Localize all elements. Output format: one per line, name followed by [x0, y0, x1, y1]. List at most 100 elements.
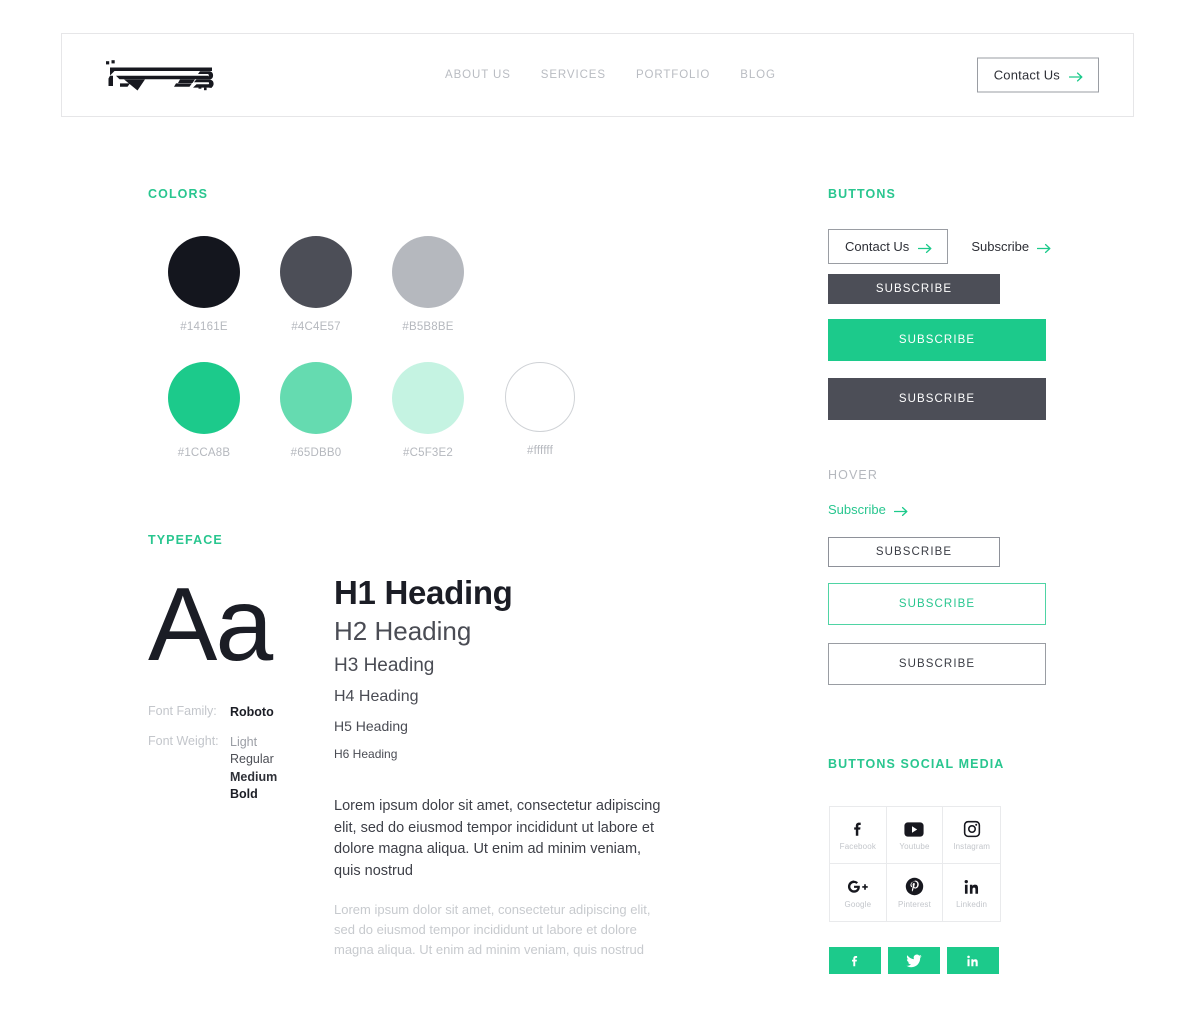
- nav-item-portfolio[interactable]: PORTFOLIO: [636, 69, 710, 81]
- revrb-logo-icon[interactable]: [100, 58, 218, 92]
- linkedin-icon: [963, 877, 981, 897]
- subscribe-button-dark-small[interactable]: SUBSCRIBE: [828, 274, 1000, 304]
- social-heading: BUTTONS SOCIAL MEDIA: [828, 757, 1005, 771]
- social-cell-pinterest[interactable]: Pinterest: [886, 864, 944, 921]
- heading-scale: H1 Heading H2 Heading H3 Heading H4 Head…: [334, 573, 694, 960]
- hover-subscribe-link-label: Subscribe: [828, 502, 886, 517]
- color-hex-label: #65DBB0: [290, 447, 342, 459]
- typeface-specimen: Aa Font Family: Roboto Font Weight: Ligh…: [148, 573, 323, 810]
- social-label: Google: [844, 899, 872, 909]
- instagram-icon: [963, 819, 981, 839]
- subscribe-button-dark-large[interactable]: SUBSCRIBE: [828, 378, 1046, 420]
- contact-us-label: Contact Us: [845, 239, 910, 254]
- color-swatch-4c4e57: [280, 236, 352, 308]
- google-plus-icon: [847, 877, 869, 897]
- social-cell-linkedin[interactable]: Linkedin: [943, 864, 1000, 921]
- typeface-section: TYPEFACE Aa Font Family: Roboto Font Wei…: [148, 533, 708, 957]
- hover-subscribe-button-outline-dark[interactable]: SUBSCRIBE: [828, 537, 1000, 567]
- color-swatch-14161e: [168, 236, 240, 308]
- social-cell-instagram[interactable]: Instagram: [943, 807, 1000, 864]
- arrow-right-icon: [1036, 241, 1052, 254]
- social-cell-google[interactable]: Google: [830, 864, 887, 921]
- nav-item-about-us[interactable]: ABOUT US: [445, 69, 511, 81]
- colors-section: COLORS #14161E #4C4E57 #B5B8BE #1CCA8B #…: [148, 187, 618, 459]
- buttons-section: BUTTONS Contact Us Subscribe SUBSCRIBE S…: [828, 187, 1088, 420]
- color-swatch-1cca8b: [168, 362, 240, 434]
- hover-section: HOVER Subscribe SUBSCRIBE SUBSCRIBE SUBS…: [828, 468, 1088, 685]
- color-swatch-item[interactable]: #C5F3E2: [372, 362, 484, 459]
- color-swatch-item[interactable]: #B5B8BE: [372, 236, 484, 333]
- subscribe-button-green[interactable]: SUBSCRIBE: [828, 319, 1046, 361]
- buttons-heading: BUTTONS: [828, 187, 896, 201]
- font-family-label: Font Family:: [148, 704, 217, 718]
- site-header: ABOUT US SERVICES PORTFOLIO BLOG Contact…: [61, 33, 1134, 117]
- social-icon-grid: Facebook Youtube Instagram Google Pinter…: [829, 806, 1001, 922]
- heading-h4: H4 Heading: [334, 688, 419, 705]
- social-label: Facebook: [839, 842, 876, 851]
- color-swatch-item[interactable]: #14161E: [148, 236, 260, 333]
- hover-heading: HOVER: [828, 468, 878, 482]
- font-weight-regular: Regular: [230, 752, 274, 766]
- typeface-heading: TYPEFACE: [148, 533, 223, 547]
- color-swatch-65dbb0: [280, 362, 352, 434]
- colors-row-green: #1CCA8B #65DBB0 #C5F3E2 #ffffff: [148, 362, 596, 459]
- subscribe-text-link[interactable]: Subscribe: [971, 239, 1052, 254]
- style-guide-page: ABOUT US SERVICES PORTFOLIO BLOG Contact…: [0, 0, 1195, 1018]
- main-nav: ABOUT US SERVICES PORTFOLIO BLOG: [445, 69, 776, 81]
- social-cell-facebook[interactable]: Facebook: [830, 807, 887, 864]
- color-swatch-ffffff: [505, 362, 575, 432]
- social-pill-facebook[interactable]: [829, 947, 881, 974]
- pinterest-icon: [905, 877, 924, 897]
- hover-subscribe-button-outline-green[interactable]: SUBSCRIBE: [828, 583, 1046, 625]
- heading-h6: H6 Heading: [334, 747, 398, 761]
- hover-subscribe-button-outline-gray[interactable]: SUBSCRIBE: [828, 643, 1046, 685]
- color-swatch-item[interactable]: #4C4E57: [260, 236, 372, 333]
- color-swatch-c5f3e2: [392, 362, 464, 434]
- heading-h5: H5 Heading: [334, 718, 408, 734]
- subscribe-link-label: Subscribe: [971, 239, 1030, 254]
- nav-item-services[interactable]: SERVICES: [541, 69, 606, 81]
- facebook-icon: [849, 819, 867, 839]
- colors-heading: COLORS: [148, 187, 209, 201]
- color-hex-label: #14161E: [180, 321, 228, 333]
- social-label: Instagram: [953, 842, 991, 851]
- hover-subscribe-text-link[interactable]: Subscribe: [828, 502, 909, 517]
- color-swatch-b5b8be: [392, 236, 464, 308]
- color-hex-label: #4C4E57: [291, 321, 341, 333]
- arrow-right-icon: [893, 504, 909, 517]
- facebook-icon: [848, 954, 862, 968]
- social-pill-linkedin[interactable]: [947, 947, 999, 974]
- header-contact-us-label: Contact Us: [993, 67, 1060, 83]
- social-label: Pinterest: [898, 899, 931, 909]
- linkedin-icon: [966, 954, 980, 968]
- typeface-meta: Font Family: Roboto Font Weight: Light R…: [148, 704, 323, 804]
- social-label: Youtube: [899, 842, 930, 851]
- paragraph-muted: Lorem ipsum dolor sit amet, consectetur …: [334, 902, 651, 957]
- buttons-link-row: Contact Us Subscribe: [828, 229, 1052, 264]
- font-weight-row: Font Weight: Light Regular Medium Bold: [148, 734, 323, 804]
- arrow-right-icon: [1068, 70, 1084, 82]
- font-weight-medium: Medium: [230, 769, 278, 784]
- social-cell-youtube[interactable]: Youtube: [886, 807, 944, 864]
- nav-item-blog[interactable]: BLOG: [740, 69, 776, 81]
- colors-row-dark: #14161E #4C4E57 #B5B8BE: [148, 236, 484, 333]
- color-swatch-item[interactable]: #1CCA8B: [148, 362, 260, 459]
- heading-h3: H3 Heading: [334, 655, 435, 676]
- contact-us-button[interactable]: Contact Us: [828, 229, 949, 264]
- color-hex-label: #1CCA8B: [177, 447, 231, 459]
- youtube-icon: [904, 819, 925, 839]
- color-swatch-item[interactable]: #65DBB0: [260, 362, 372, 459]
- twitter-icon: [906, 954, 922, 968]
- heading-h2: H2 Heading: [334, 616, 472, 646]
- font-weight-label: Font Weight:: [148, 733, 219, 748]
- typeface-sample-glyph: Aa: [148, 567, 273, 683]
- color-hex-label: #C5F3E2: [403, 447, 453, 459]
- color-swatch-item[interactable]: #ffffff: [484, 362, 596, 459]
- color-hex-label: #ffffff: [527, 445, 553, 457]
- header-contact-us-button[interactable]: Contact Us: [976, 57, 1099, 93]
- social-buttons-section: BUTTONS SOCIAL MEDIA Facebook Youtube In…: [828, 757, 1088, 974]
- font-family-value: Roboto: [230, 705, 274, 719]
- social-pill-row: [829, 947, 999, 974]
- social-pill-twitter[interactable]: [888, 947, 940, 974]
- paragraph-primary: Lorem ipsum dolor sit amet, consectetur …: [334, 798, 661, 879]
